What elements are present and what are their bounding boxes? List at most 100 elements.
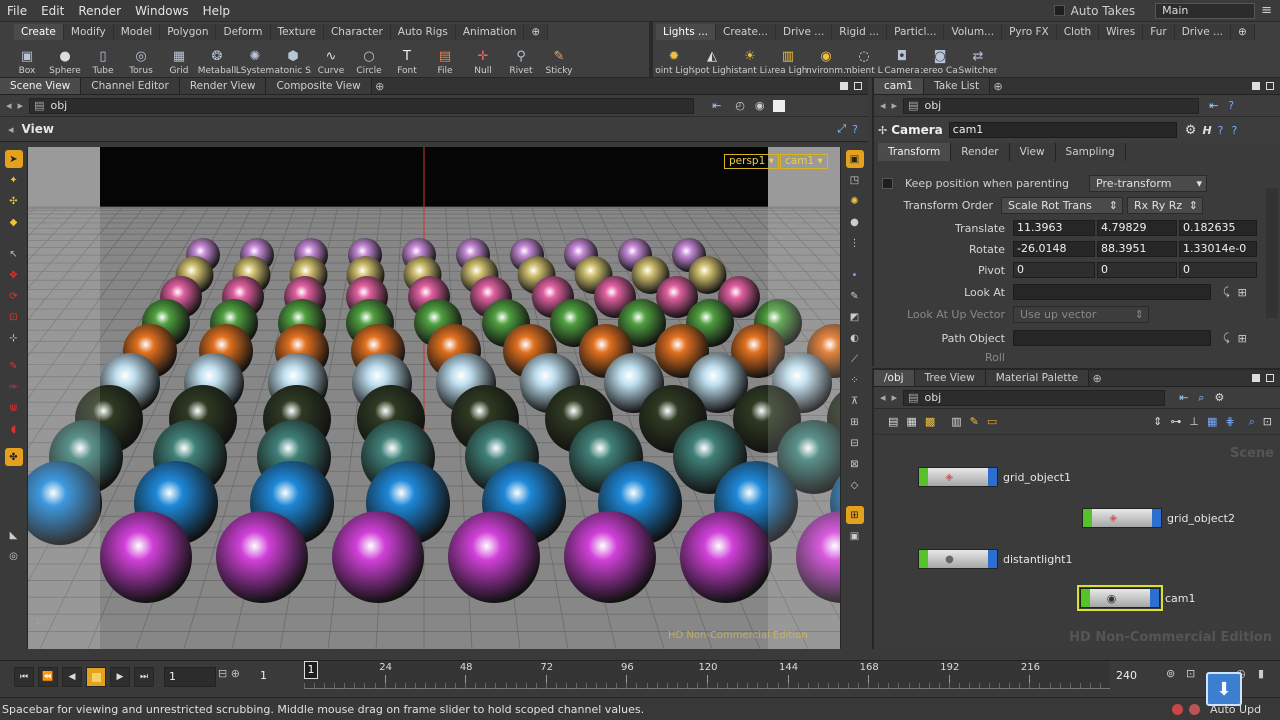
layout-icon-tb[interactable]: ⊞	[845, 506, 864, 524]
pivot-z[interactable]: 0	[1179, 262, 1257, 278]
network-forward-icon[interactable]: ▸	[892, 391, 898, 404]
hull-icon-tb[interactable]: ⊞	[846, 413, 864, 431]
shelf-tool-stereo-camera[interactable]: ◙ Stereo Ca...	[921, 42, 959, 77]
transform-order-menu[interactable]: Scale Rot Trans ⇕	[1001, 196, 1123, 214]
snap-icon[interactable]: ⊹	[5, 329, 23, 347]
scene-viewport[interactable]: persp1 ▾ cam1 ▾ HD Non-Commercial Editio…	[28, 147, 840, 649]
look-up-menu[interactable]: Use up vector ⇕	[1013, 305, 1149, 323]
param-scrollbar[interactable]	[1266, 188, 1278, 318]
network-back-icon[interactable]: ◂	[880, 391, 886, 404]
network-color-icon[interactable]: ▩	[925, 415, 935, 428]
forward-icon[interactable]: ▸	[18, 99, 24, 112]
node-grid-object2[interactable]: ◈ grid_object2	[1082, 508, 1235, 528]
ghost-icon-tb[interactable]: ◐	[846, 329, 864, 347]
scale-icon[interactable]: ⊡	[5, 308, 23, 326]
shelf-tool-tube[interactable]: ▯ Tube	[84, 42, 122, 77]
handle-tool-icon[interactable]: ◆	[5, 213, 23, 231]
keys-icon[interactable]: ⊡	[1186, 667, 1195, 680]
network-note-icon[interactable]: ✎	[970, 415, 979, 428]
view-help-icon-2[interactable]: ?	[852, 123, 858, 136]
shelf-tab-right-9[interactable]: Fur	[1143, 24, 1175, 40]
network-move-icon[interactable]: ⇕	[1153, 415, 1162, 428]
network-snap-icon[interactable]: ⊥	[1189, 415, 1199, 428]
back-icon[interactable]: ◂	[6, 99, 12, 112]
dot-icon-tb[interactable]: •	[846, 266, 864, 284]
frame-marker[interactable]: 1	[304, 661, 318, 679]
step-back-button[interactable]: ⏪	[38, 667, 58, 687]
light-icon-tb[interactable]: ✺	[846, 192, 864, 210]
pane-menu-icon[interactable]	[840, 82, 848, 90]
network-tile-icon[interactable]: ▦	[1207, 415, 1217, 428]
param-forward-icon[interactable]: ▸	[892, 99, 898, 112]
shelf-tool-font[interactable]: T Font	[388, 42, 426, 77]
shelf-tab-right-6[interactable]: Pyro FX	[1002, 24, 1057, 40]
view-help-icon[interactable]: ◉	[755, 99, 765, 112]
maximize-icon[interactable]	[772, 99, 785, 112]
camera-icon-tb[interactable]: ◳	[846, 171, 864, 189]
network-pane-menu-icon[interactable]	[1252, 374, 1260, 382]
grid-icon-tb[interactable]: ⋮	[846, 234, 864, 252]
auto-takes-checkbox[interactable]	[1053, 5, 1065, 16]
tab-material-palette[interactable]: Material Palette	[985, 370, 1090, 386]
end-frame-field[interactable]: 240	[1112, 667, 1152, 687]
camera-menu[interactable]: cam1 ▾	[780, 154, 828, 169]
stop-button[interactable]	[86, 667, 106, 687]
shelf-tool-file[interactable]: ▤ File	[426, 42, 464, 77]
menu-help[interactable]: Help	[196, 4, 237, 18]
shelf-tool-curve[interactable]: ∿ Curve	[312, 42, 350, 77]
network-gear-icon[interactable]: ⚙	[1214, 391, 1224, 404]
shelf-tab-left-2[interactable]: Model	[113, 24, 161, 40]
shelf-tab-right-10[interactable]: Drive ...	[1174, 24, 1232, 40]
info-icon[interactable]: ?	[1218, 124, 1224, 137]
translate-x[interactable]: 11.3963	[1013, 220, 1095, 236]
point-icon-tb[interactable]: ⁘	[846, 371, 864, 389]
frame-step-icon[interactable]: ⊟ ⊕	[218, 667, 240, 680]
subtab-transform[interactable]: Transform	[878, 143, 952, 161]
h-icon[interactable]: H	[1202, 124, 1211, 137]
shelf-tab-right-4[interactable]: Particl...	[887, 24, 945, 40]
network-pane-close-icon[interactable]	[1266, 374, 1274, 382]
download-icon[interactable]: ⬇	[1206, 672, 1242, 706]
sphere-icon-tb[interactable]: ●	[846, 213, 864, 231]
shade-icon-tb[interactable]: ◩	[846, 308, 864, 326]
link-icon[interactable]: ◴	[735, 99, 745, 112]
keep-position-checkbox[interactable]	[882, 177, 893, 189]
select-tool-icon[interactable]: ➤	[4, 150, 23, 168]
pre-transform-menu[interactable]: Pre-transform ▾	[1089, 174, 1208, 192]
shelf-tab-left-7[interactable]: Auto Rigs	[390, 24, 456, 40]
view-menu-icon[interactable]: ◂	[8, 123, 14, 136]
network-search-icon[interactable]: ⌕	[1198, 391, 1204, 405]
node-grid-object1[interactable]: ◈ grid_object1	[918, 467, 1071, 487]
transform-tool-icon[interactable]: ✣	[5, 192, 23, 210]
wire-icon-tb[interactable]: ✎	[846, 287, 864, 305]
uv-icon-tb[interactable]: ⊟	[846, 434, 864, 452]
shelf-tab-left-4[interactable]: Deform	[216, 24, 271, 40]
shelf-tool-spot-light[interactable]: ◭ Spot Light	[693, 42, 731, 77]
shelf-tab-left-6[interactable]: Character	[323, 24, 391, 40]
pin-icon[interactable]: ⇤	[712, 99, 721, 112]
rotate-x[interactable]: -26.0148	[1013, 241, 1095, 257]
menu-windows[interactable]: Windows	[128, 4, 196, 18]
magnet-icon[interactable]: ⋓	[5, 399, 23, 417]
shelf-tab-left-5[interactable]: Texture	[270, 24, 324, 40]
pointer-icon[interactable]: ↖	[5, 245, 23, 263]
shelf-tab-left-1[interactable]: Modify	[63, 24, 114, 40]
desktop-menu-icon[interactable]: ≡	[1261, 3, 1272, 18]
network-frame-icon[interactable]: ⊡	[1263, 415, 1272, 428]
shelf-tool-distant-light[interactable]: ☀ Distant Li...	[731, 42, 769, 77]
shelf-tool-sphere[interactable]: ● Sphere	[46, 42, 84, 77]
snapshot-icon-tb[interactable]: ▣	[846, 527, 864, 545]
desktop-select[interactable]: Main	[1155, 2, 1256, 19]
scene-path-field[interactable]: ▤ obj	[29, 97, 695, 114]
rotate-icon[interactable]: ⟳	[5, 287, 23, 305]
subtab-view[interactable]: View	[1009, 143, 1056, 161]
node-cam1[interactable]: ◉ cam1	[1077, 585, 1196, 611]
shelf-tab-left-0[interactable]: Create	[14, 24, 64, 40]
shelf-tool-grid[interactable]: ▦ Grid	[160, 42, 198, 77]
tab-obj[interactable]: /obj	[874, 370, 915, 386]
rotate-y[interactable]: 88.3951	[1097, 241, 1177, 257]
tab-take-list[interactable]: Take List	[924, 78, 991, 94]
path-object-field[interactable]	[1013, 330, 1211, 346]
translate-y[interactable]: 4.79829	[1097, 220, 1177, 236]
pen-icon[interactable]: ✑	[5, 378, 23, 396]
